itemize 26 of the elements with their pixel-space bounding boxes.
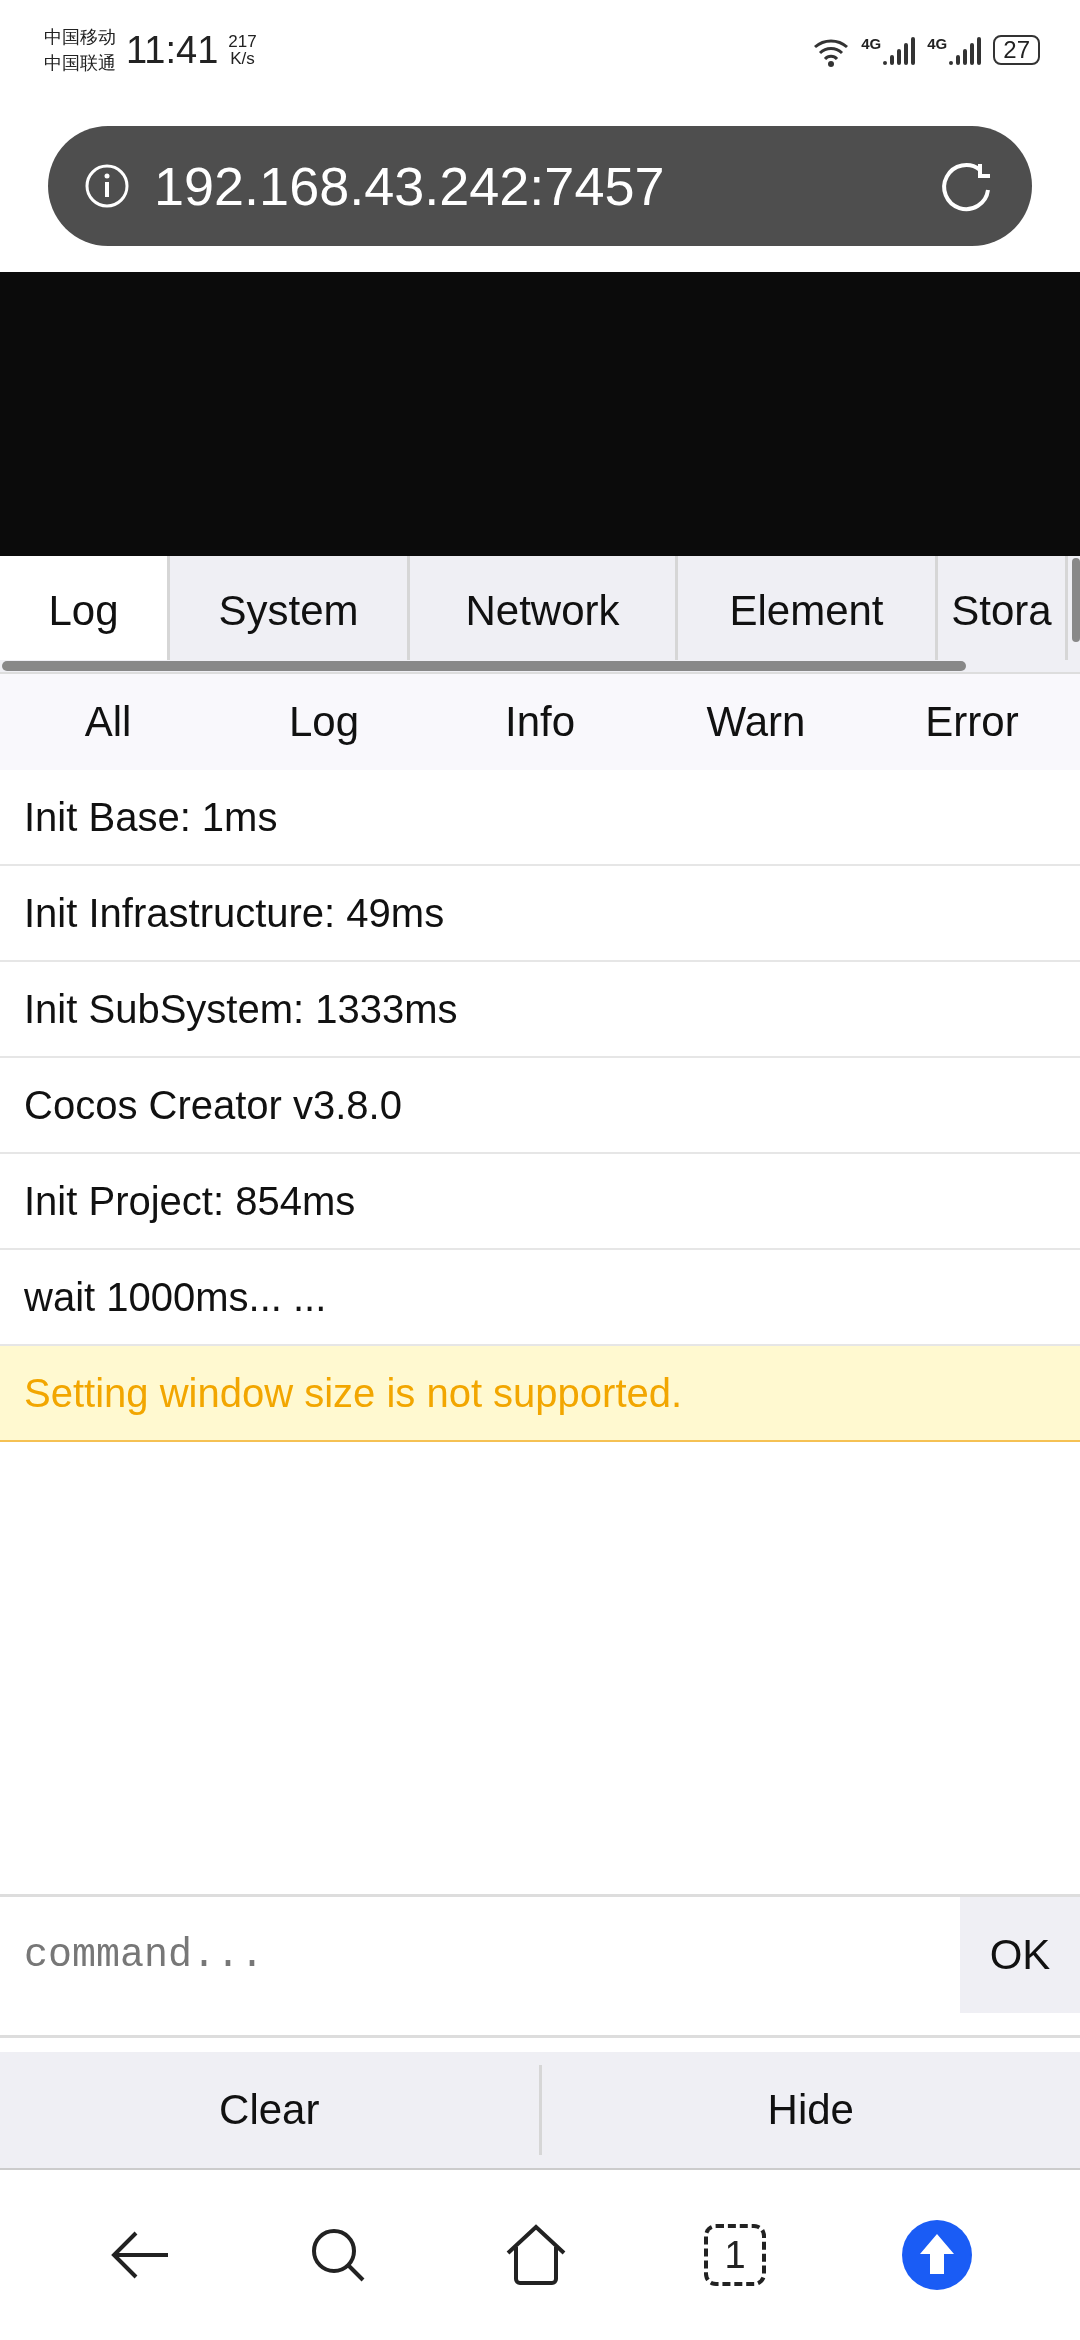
network-type: 4G [927, 35, 948, 52]
signal-icon [883, 35, 918, 65]
upload-icon[interactable] [902, 2220, 972, 2290]
carrier-name: 中国联通 [44, 52, 116, 75]
ok-button[interactable]: OK [960, 1897, 1080, 2013]
warning-row: Setting window size is not supported. [0, 1346, 1080, 1442]
url-text: 192.168.43.242:7457 [154, 155, 666, 217]
tab[interactable]: Log [0, 556, 170, 660]
address-bar[interactable]: 192.168.43.242:7457 [48, 126, 1032, 246]
filter-tab[interactable]: All [84, 698, 132, 746]
clock: 11:41 [126, 28, 219, 72]
hide-button[interactable]: Hide [541, 2052, 1080, 2168]
filter-tab[interactable]: Info [504, 698, 576, 746]
home-icon[interactable] [504, 2223, 568, 2287]
clear-button[interactable]: Clear [0, 2052, 539, 2168]
tabs-button[interactable]: 1 [704, 2224, 766, 2286]
info-icon [84, 163, 130, 209]
filter-tab[interactable]: Log [288, 698, 360, 746]
network-speed: K/s [230, 50, 255, 67]
battery-level: 27 [993, 35, 1040, 65]
filter-tab[interactable]: Warn [706, 698, 806, 746]
filter-tab[interactable]: Error [925, 698, 1019, 746]
carrier-name: 中国移动 [44, 26, 116, 49]
signal-icon [949, 35, 984, 65]
network-speed: 217 [228, 33, 257, 50]
network-type: 4G [861, 35, 882, 52]
